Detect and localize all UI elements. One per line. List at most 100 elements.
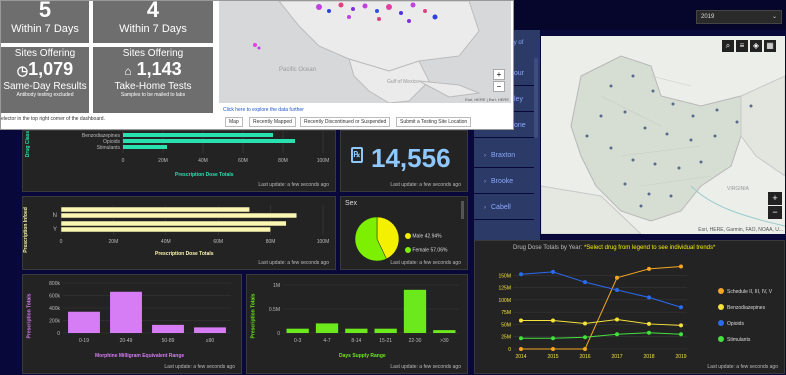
days-supply-bars: 0 0.5M 1M 0-3 4-7 8-14 15-21 22-30 >30 [269,283,459,344]
legend-label: Opioids [727,321,744,327]
legend-item-male[interactable]: Male 42.94% [405,233,442,239]
x-tick-label: 2016 [579,354,590,360]
map-layers-icon[interactable]: ◈ [750,40,762,52]
data-point [583,321,587,326]
y-tick-label: 0 [57,331,60,337]
data-point [647,295,651,300]
bar [152,324,184,333]
data-point [615,317,619,322]
legend-item-female[interactable]: Female 57.06% [405,247,447,253]
x-axis-label: Morphine Milligram Equivalent Range [95,353,185,359]
map-zoom-out-button[interactable]: − [768,206,782,219]
data-point [615,332,619,337]
legend-swatch [405,247,411,253]
y-tick-label: 125M [498,286,511,292]
x-tick-label: 80M [266,239,276,245]
sex-panel: Sex Male 42.94% Female 57.06% Last updat… [340,196,468,270]
series-line [520,271,682,308]
x-axis-label: Days Supply Range [339,353,386,359]
x-tick-label: 2015 [547,354,558,360]
explore-data-link[interactable]: Click here to explore the data further [223,107,304,113]
legend-swatch [718,304,724,310]
x-tick-label: 22-30 [409,338,422,344]
x-axis-label: Prescription Dose Totals [175,172,234,178]
y-tick-label: 25M [501,335,511,341]
map-zoom-in-button[interactable]: + [768,192,782,205]
data-point [519,318,523,323]
data-point [679,332,683,337]
y-tick-label: 75M [501,310,511,316]
sidebar-item-cabell[interactable]: › Cabell [474,196,534,220]
tab-recently-mapped[interactable]: Recently Mapped [249,117,296,127]
x-tick-label: 0 [60,239,63,245]
panel-scrollbar[interactable] [461,201,464,219]
map-basemap-icon[interactable]: ▦ [764,40,776,52]
data-point [615,275,619,280]
map-list-icon[interactable]: ≡ [736,40,748,52]
data-point [551,269,555,274]
x-tick-label: 15-21 [379,338,392,344]
x-tick-label: 20M [158,158,168,164]
year-select[interactable]: 2019 ⌄ [696,10,782,24]
mme-bars: 0 200k 400k 600k 800k 0-19 20-49 50-89 ≥90 [49,281,231,344]
wv-map[interactable]: VIRGINIA Esri, HERE, Garmin, FAO, NOAA, … [541,36,785,234]
last-update-text: Last update: a few seconds ago [390,364,461,370]
data-point [583,335,587,340]
tile-take-home: Sites Offering ⌂ 1,143 Take-Home Tests S… [93,47,213,113]
data-point [551,347,555,351]
bar [60,206,250,213]
sidebar-item-braxton[interactable]: › Braxton [474,144,534,168]
data-point [519,272,523,277]
bar [123,145,167,149]
tab-map[interactable]: Map [225,117,243,127]
tile-top-left: 5 Within 7 Days [1,1,89,43]
legend-label: Schedule II, III, IV, V [727,289,773,295]
sidebar-item-brooke[interactable]: › Brooke [474,170,534,194]
kpi-value: 14,556 [371,143,451,173]
x-tick-label: 0 [122,158,125,164]
bar [60,226,271,233]
data-point [551,336,555,341]
category-label: N [53,213,57,219]
legend-swatch [718,320,724,326]
y-tick-label: 1M [273,283,280,289]
y-tick-label: 200k [49,319,60,325]
last-update-text: Last update: a few seconds ago [258,182,329,188]
data-point [647,330,651,335]
x-tick-label: 100M [317,158,330,164]
last-update-text: Last update: a few seconds ago [390,260,461,266]
legend-swatch [405,233,411,239]
prescription-infoed-panel: Prescription Infoed 0 20M 40M 60M 80M 100M N Y … [22,196,336,270]
us-testing-map[interactable]: Pacific Ocean Gulf of Mexico + − Esri, H… [219,1,511,103]
bar [403,289,427,333]
bar [433,330,456,333]
map-zoom-in-button[interactable]: + [493,69,505,80]
x-tick-label: 60M [213,239,223,245]
data-point [519,347,523,351]
x-tick-label: 0-3 [294,338,301,344]
map-search-icon[interactable]: ⌕ [722,40,734,52]
category-label: Stimulants [97,145,121,151]
last-update-text: Last update: a few seconds ago [707,364,778,370]
y-tick-label: 50M [501,322,511,328]
bar [60,220,287,227]
tab-recently-discontinued[interactable]: Recently Discontinued or Suspended [300,117,391,127]
data-point [679,323,683,328]
x-tick-label: ≥90 [206,338,215,344]
bar [315,323,339,333]
tab-submit-location[interactable]: Submit a Testing Site Location [396,117,472,127]
map-zoom-out-button[interactable]: − [493,81,505,92]
series-line [521,332,682,339]
drug-dose-line-chart: 0 25M 50M 75M 100M 125M 150M 2014 2015 2016 2017 20… [498,264,773,360]
mme-panel: Prescription Totals 0 200k 400k 600k 800k 0-1… [22,274,242,374]
x-tick-label: 40M [198,158,208,164]
line-title: Drug Dose Totals by Year: *Select drug f… [513,245,716,251]
legend-label: Benzodiazepines [727,305,766,311]
sidebar-scrollbar[interactable] [534,58,538,138]
x-tick-label: 100M [317,239,330,245]
bar [60,212,298,219]
x-tick-label: 4-7 [323,338,330,344]
x-tick-label: 0-19 [79,338,89,344]
x-tick-label: 60M [238,158,248,164]
state-label-virginia: VIRGINIA [727,186,749,192]
